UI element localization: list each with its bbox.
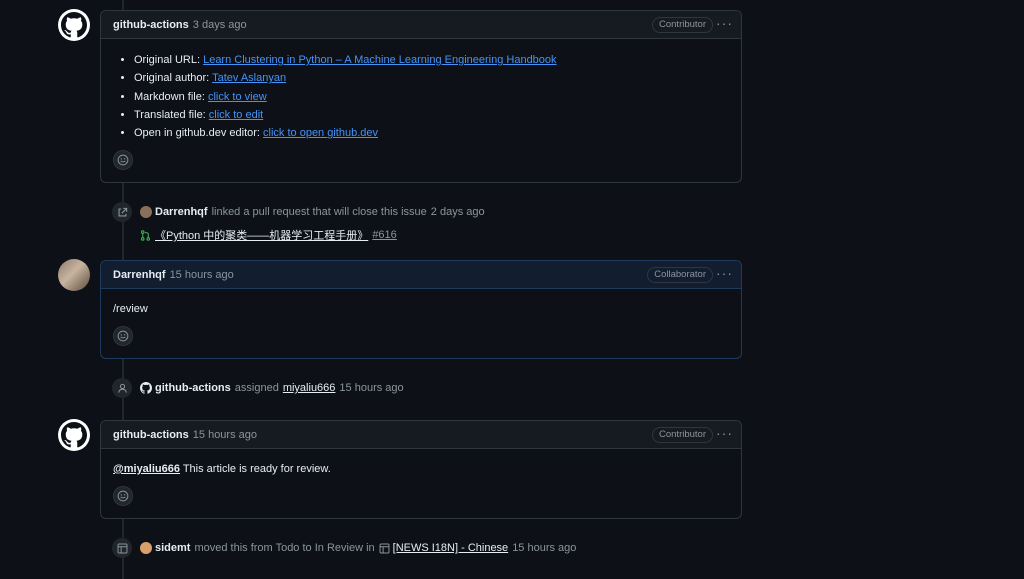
- event-actor[interactable]: github-actions: [155, 382, 231, 394]
- event-text: moved this from Todo to In Review in: [194, 542, 375, 554]
- role-badge: Contributor: [652, 427, 713, 443]
- linked-pr-event: Darrenhqf linked a pull request that wil…: [112, 202, 485, 222]
- github-logo-icon: [61, 422, 87, 448]
- event-text: linked a pull request that will close th…: [211, 206, 427, 218]
- list-item: Original author: Tatev Aslanyan: [134, 69, 729, 87]
- original-url-link[interactable]: Learn Clustering in Python – A Machine L…: [203, 54, 556, 66]
- github-actions-avatar[interactable]: [58, 9, 90, 41]
- comment-timestamp[interactable]: 15 hours ago: [170, 269, 234, 281]
- list-item-label: Markdown file:: [134, 90, 208, 103]
- comment-body: @miyaliu666 This article is ready for re…: [101, 449, 741, 478]
- list-item-label: Original URL:: [134, 54, 204, 66]
- list-item: Original URL: Learn Clustering in Python…: [134, 51, 729, 69]
- event-actor[interactable]: Darrenhqf: [155, 206, 208, 218]
- comment-card: Darrenhqf 15 hours ago Collaborator ··· …: [100, 260, 742, 359]
- role-badge: Contributor: [652, 17, 713, 33]
- event-time[interactable]: 15 hours ago: [339, 382, 403, 394]
- list-item-label: Translated file:: [134, 108, 209, 121]
- project-link[interactable]: [NEWS I18N] - Chinese: [393, 542, 509, 554]
- event-text: assigned: [234, 382, 279, 394]
- more-options-button[interactable]: ···: [716, 425, 733, 441]
- comment-body: /review: [113, 303, 148, 315]
- comment-card: github-actions 3 days ago Contributor ··…: [100, 10, 742, 183]
- comment-header: github-actions 15 hours ago Contributor …: [101, 421, 741, 449]
- comment-text: This article is ready for review.: [179, 463, 331, 475]
- moved-event: sidemt moved this from Todo to In Review…: [112, 538, 576, 558]
- comment-card: github-actions 15 hours ago Contributor …: [100, 420, 742, 519]
- link-list: Original URL: Learn Clustering in Python…: [113, 51, 729, 142]
- role-badge: Collaborator: [647, 267, 713, 283]
- github-actions-avatar[interactable]: [58, 419, 90, 451]
- smiley-icon: [117, 154, 129, 166]
- event-time[interactable]: 15 hours ago: [512, 542, 576, 554]
- original-author-link[interactable]: Tatev Aslanyan: [212, 72, 286, 84]
- list-item-label: Open in github.dev editor:: [134, 127, 264, 140]
- list-item: Translated file: click to edit: [134, 106, 729, 124]
- add-reaction-button[interactable]: [113, 150, 133, 170]
- comment-author[interactable]: github-actions: [113, 19, 189, 31]
- markdown-file-link[interactable]: click to view: [208, 91, 267, 103]
- comment-header: Darrenhqf 15 hours ago Collaborator ···: [101, 261, 741, 289]
- comment-header: github-actions 3 days ago Contributor ··…: [101, 11, 741, 39]
- translated-file-link[interactable]: click to edit: [209, 109, 263, 121]
- sidemt-mini-avatar[interactable]: [140, 542, 152, 554]
- person-icon: [112, 378, 132, 398]
- event-actor[interactable]: sidemt: [155, 542, 190, 554]
- add-reaction-button[interactable]: [113, 326, 133, 346]
- list-item: Open in github.dev editor: click to open…: [134, 124, 729, 142]
- darrenhqf-mini-avatar[interactable]: [140, 206, 152, 218]
- project-table-icon: [112, 538, 132, 558]
- github-dev-link[interactable]: click to open github.dev: [263, 127, 378, 139]
- pr-title-link[interactable]: 《Python 中的聚类——机器学习工程手册》: [155, 227, 368, 243]
- smiley-icon: [117, 490, 129, 502]
- comment-author[interactable]: Darrenhqf: [113, 269, 166, 281]
- comment-timestamp[interactable]: 15 hours ago: [193, 429, 257, 441]
- comment-author[interactable]: github-actions: [113, 429, 189, 441]
- cross-reference-icon: [112, 202, 132, 222]
- comment-timestamp[interactable]: 3 days ago: [193, 19, 247, 31]
- more-options-button[interactable]: ···: [716, 265, 733, 281]
- darrenhqf-avatar[interactable]: [58, 259, 90, 291]
- user-mention-link[interactable]: @miyaliu666: [113, 463, 180, 475]
- github-logo-icon: [61, 12, 87, 38]
- more-options-button[interactable]: ···: [716, 15, 733, 31]
- event-time[interactable]: 2 days ago: [431, 206, 485, 218]
- github-logo-icon: [140, 382, 152, 394]
- add-reaction-button[interactable]: [113, 486, 133, 506]
- project-table-icon: [379, 543, 390, 553]
- smiley-icon: [117, 330, 129, 342]
- pr-number-link[interactable]: #616: [372, 229, 396, 241]
- assigned-event: github-actions assigned miyaliu666 15 ho…: [112, 378, 404, 398]
- pull-request-icon: [140, 229, 151, 241]
- linked-pr-reference: 《Python 中的聚类——机器学习工程手册》 #616: [140, 227, 397, 243]
- list-item-label: Original author:: [134, 72, 213, 85]
- assignee-link[interactable]: miyaliu666: [283, 382, 336, 394]
- list-item: Markdown file: click to view: [134, 88, 729, 106]
- comment-body: Original URL: Learn Clustering in Python…: [101, 39, 741, 142]
